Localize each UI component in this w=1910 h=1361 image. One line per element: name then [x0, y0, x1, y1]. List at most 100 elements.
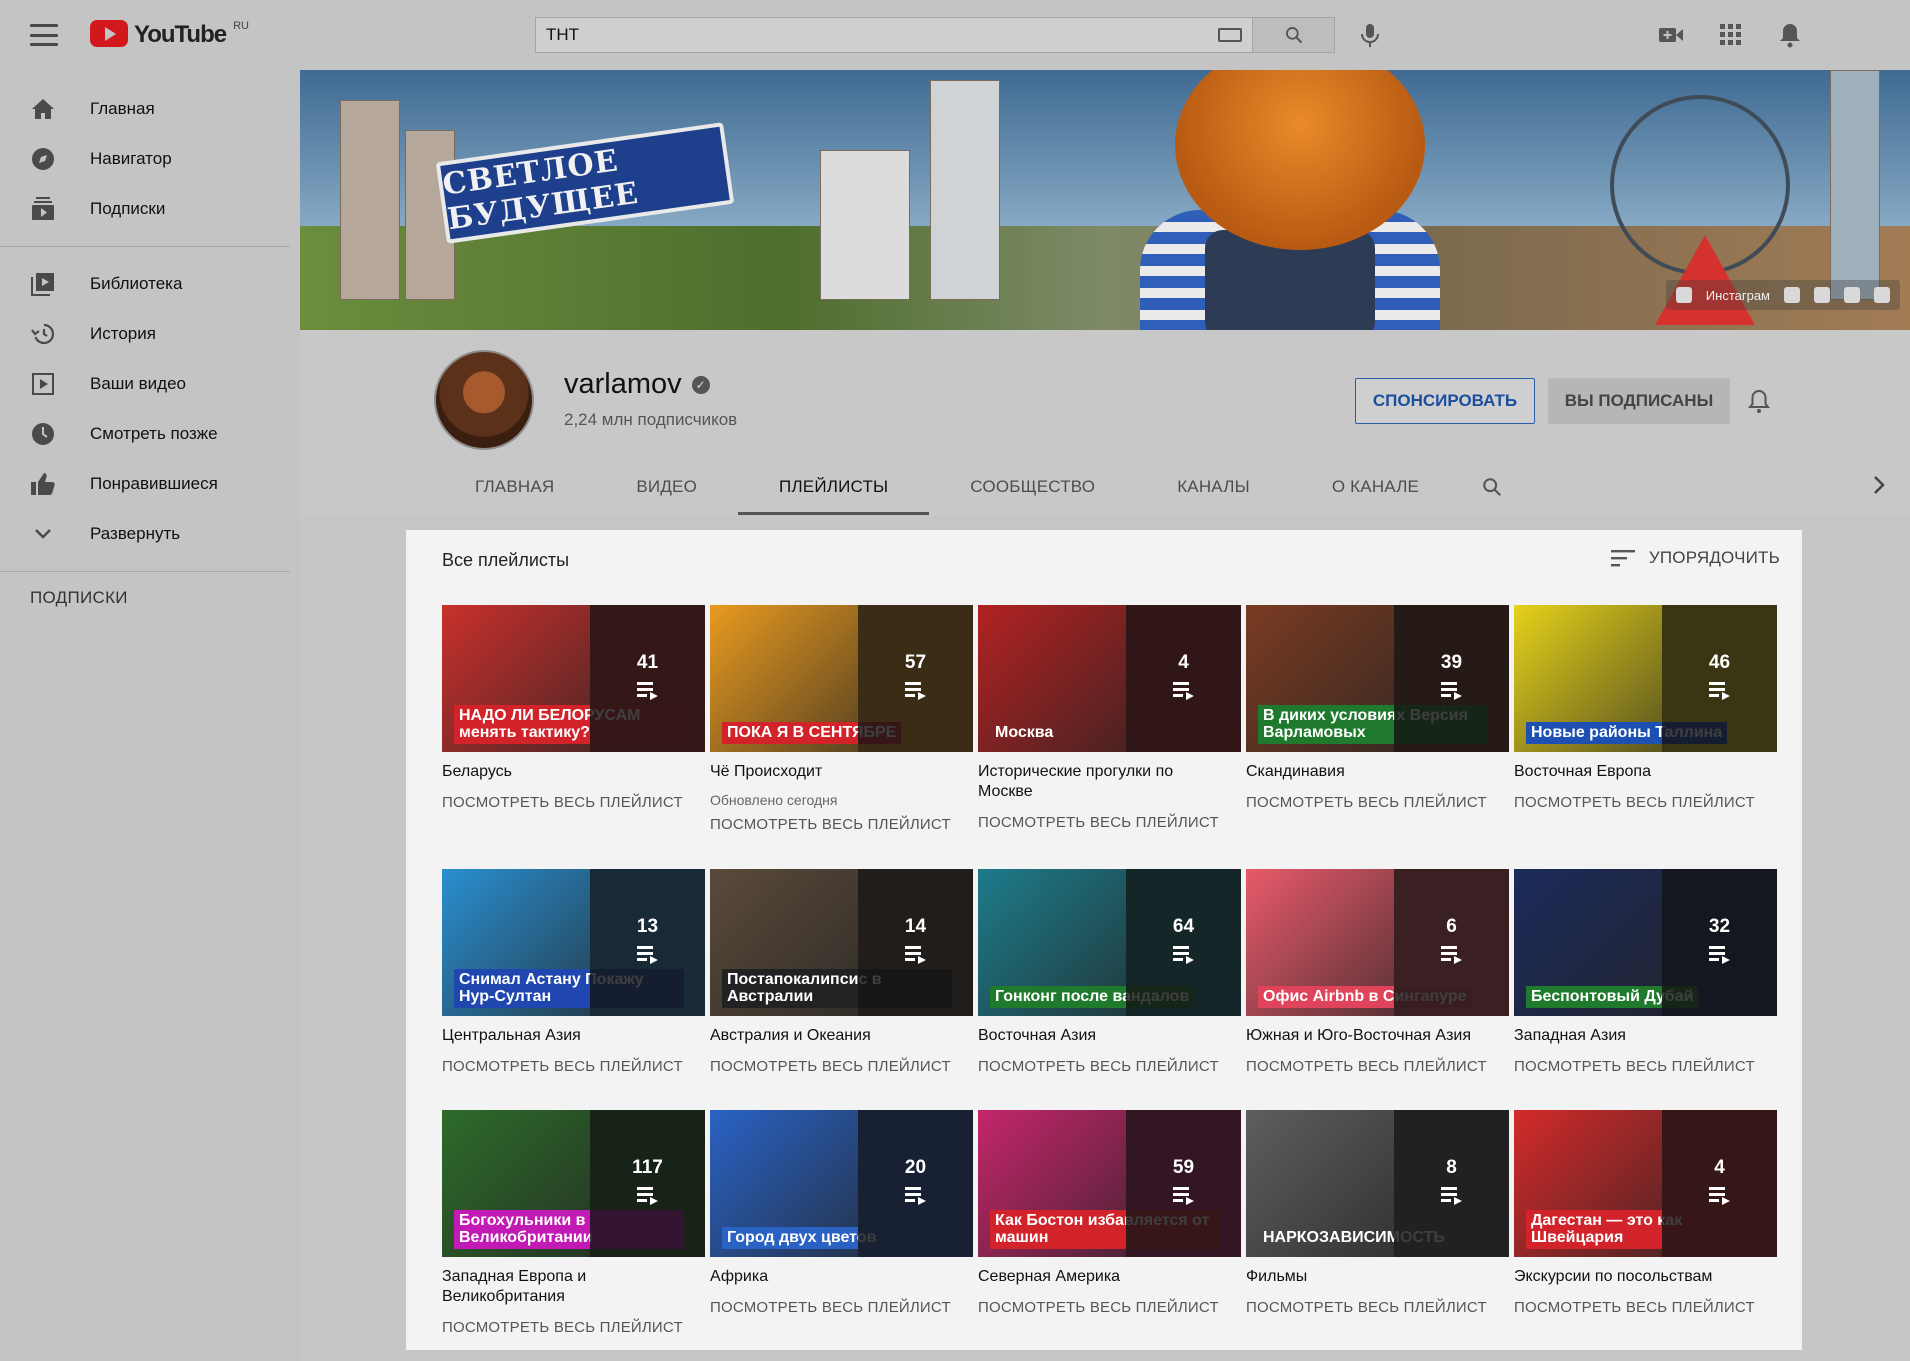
channel-bell-icon[interactable] — [1747, 388, 1774, 414]
playlist-card[interactable]: Богохульники в Великобритании 117 Западная… — [442, 1110, 705, 1336]
sidebar-item-home[interactable]: Главная — [0, 84, 300, 134]
playlist-title[interactable]: Западная Европа и Великобритания — [442, 1267, 682, 1307]
playlist-title[interactable]: Восточная Азия — [978, 1026, 1218, 1046]
microphone-icon[interactable] — [1355, 20, 1385, 50]
playlist-thumbnail[interactable]: Офис Airbnb в Сингапуре 6 — [1246, 869, 1509, 1016]
vk-icon[interactable] — [1874, 287, 1890, 303]
facebook-icon[interactable] — [1844, 287, 1860, 303]
menu-icon[interactable] — [30, 24, 58, 46]
playlist-title[interactable]: Скандинавия — [1246, 762, 1486, 782]
sidebar-item-explore[interactable]: Навигатор — [0, 134, 300, 184]
tab-playlists[interactable]: ПЛЕЙЛИСТЫ — [738, 458, 930, 515]
playlist-thumbnail[interactable]: Гонконг после вандалов 64 — [978, 869, 1241, 1016]
twitter-icon[interactable] — [1814, 287, 1830, 303]
notifications-bell-icon[interactable] — [1776, 21, 1804, 49]
view-full-playlist-link[interactable]: ПОСМОТРЕТЬ ВЕСЬ ПЛЕЙЛИСТ — [442, 1058, 705, 1075]
sidebar-item-expand[interactable]: Развернуть — [0, 509, 300, 559]
view-full-playlist-link[interactable]: ПОСМОТРЕТЬ ВЕСЬ ПЛЕЙЛИСТ — [978, 814, 1241, 831]
playlist-thumbnail[interactable]: Снимал Астану Покажу Нур-Султан 13 — [442, 869, 705, 1016]
view-full-playlist-link[interactable]: ПОСМОТРЕТЬ ВЕСЬ ПЛЕЙЛИСТ — [710, 1299, 973, 1316]
playlist-title[interactable]: Чё Происходит — [710, 762, 950, 782]
search-button[interactable] — [1253, 17, 1335, 53]
keyboard-icon[interactable] — [1218, 28, 1242, 42]
sidebar-item-subscriptions[interactable]: Подписки — [0, 184, 300, 234]
view-full-playlist-link[interactable]: ПОСМОТРЕТЬ ВЕСЬ ПЛЕЙЛИСТ — [710, 816, 973, 833]
sidebar-item-liked[interactable]: Понравившиеся — [0, 459, 300, 509]
playlist-card[interactable]: Беспонтовый Дубай 32 Западная Азия ПОСМОТРЕ… — [1514, 869, 1777, 1110]
playlist-card[interactable]: Гонконг после вандалов 64 Восточная Азия ПО… — [978, 869, 1241, 1110]
playlist-title[interactable]: Центральная Азия — [442, 1026, 682, 1046]
playlist-card[interactable]: Постапокалипсис в Австралии 14 Австралия и… — [710, 869, 973, 1110]
tab-home[interactable]: ГЛАВНАЯ — [434, 458, 595, 515]
playlist-thumbnail[interactable]: В диких условиях Версия Варламовых 39 — [1246, 605, 1509, 752]
playlist-card[interactable]: НАРКОЗАВИСИМОСТЬ 8 Фильмы ПОСМОТРЕТЬ ВЕСЬ П… — [1246, 1110, 1509, 1316]
channel-avatar[interactable] — [434, 350, 534, 450]
view-full-playlist-link[interactable]: ПОСМОТРЕТЬ ВЕСЬ ПЛЕЙЛИСТ — [1514, 794, 1777, 811]
playlist-title[interactable]: Северная Америка — [978, 1267, 1218, 1287]
tab-community[interactable]: СООБЩЕСТВО — [929, 458, 1136, 515]
view-full-playlist-link[interactable]: ПОСМОТРЕТЬ ВЕСЬ ПЛЕЙЛИСТ — [442, 794, 705, 811]
playlist-thumbnail[interactable]: НАРКОЗАВИСИМОСТЬ 8 — [1246, 1110, 1509, 1257]
playlist-title[interactable]: Австралия и Океания — [710, 1026, 950, 1046]
playlist-thumbnail[interactable]: Беспонтовый Дубай 32 — [1514, 869, 1777, 1016]
playlist-card[interactable]: Москва 4 Исторические прогулки по Москве ПО… — [978, 605, 1241, 869]
view-full-playlist-link[interactable]: ПОСМОТРЕТЬ ВЕСЬ ПЛЕЙЛИСТ — [978, 1058, 1241, 1075]
playlist-thumbnail[interactable]: НАДО ЛИ БЕЛОРУСАМ менять тактику? 41 — [442, 605, 705, 752]
playlist-card[interactable]: Офис Airbnb в Сингапуре 6 Южная и Юго-Вост… — [1246, 869, 1509, 1110]
sort-button[interactable]: УПОРЯДОЧИТЬ — [1610, 548, 1780, 568]
playlist-card[interactable]: В диких условиях Версия Варламовых 39 Скан… — [1246, 605, 1509, 869]
search-input[interactable]: ТНТ — [535, 17, 1253, 53]
playlist-card[interactable]: Новые районы Таллина 46 Восточная Европа ПО… — [1514, 605, 1777, 869]
tab-videos[interactable]: ВИДЕО — [595, 458, 738, 515]
telegram-icon[interactable] — [1784, 287, 1800, 303]
view-full-playlist-link[interactable]: ПОСМОТРЕТЬ ВЕСЬ ПЛЕЙЛИСТ — [710, 1058, 973, 1075]
playlist-title[interactable]: Восточная Европа — [1514, 762, 1754, 782]
playlist-title[interactable]: Африка — [710, 1267, 950, 1287]
playlist-thumbnail[interactable]: Богохульники в Великобритании 117 — [442, 1110, 705, 1257]
playlist-thumbnail[interactable]: ПОКА Я В СЕНТЯБРЕ 57 — [710, 605, 973, 752]
sidebar-divider — [0, 246, 290, 247]
tabs-next-chevron-icon[interactable] — [1872, 475, 1892, 495]
playlist-title[interactable]: Западная Азия — [1514, 1026, 1754, 1046]
playlist-thumbnail[interactable]: Дагестан — это как Швейцария 4 — [1514, 1110, 1777, 1257]
view-full-playlist-link[interactable]: ПОСМОТРЕТЬ ВЕСЬ ПЛЕЙЛИСТ — [1514, 1058, 1777, 1075]
playlist-thumbnail[interactable]: Как Бостон избавляется от машин 59 — [978, 1110, 1241, 1257]
playlist-title[interactable]: Исторические прогулки по Москве — [978, 762, 1218, 802]
playlist-title[interactable]: Беларусь — [442, 762, 682, 782]
playlist-card[interactable]: Дагестан — это как Швейцария 4 Экскурсии п… — [1514, 1110, 1777, 1316]
playlist-video-count: 14 — [904, 915, 927, 937]
playlist-thumbnail[interactable]: Постапокалипсис в Австралии 14 — [710, 869, 973, 1016]
apps-grid-icon[interactable] — [1717, 21, 1745, 49]
playlist-title[interactable]: Южная и Юго-Восточная Азия — [1246, 1026, 1486, 1046]
playlist-thumbnail[interactable]: Новые районы Таллина 46 — [1514, 605, 1777, 752]
view-full-playlist-link[interactable]: ПОСМОТРЕТЬ ВЕСЬ ПЛЕЙЛИСТ — [1246, 1058, 1509, 1075]
playlist-title[interactable]: Фильмы — [1246, 1267, 1486, 1287]
playlist-thumbnail[interactable]: Город двух цветов 20 — [710, 1110, 973, 1257]
playlist-card[interactable]: Как Бостон избавляется от машин 59 Северна… — [978, 1110, 1241, 1316]
playlist-thumbnail[interactable]: Москва 4 — [978, 605, 1241, 752]
playlist-card[interactable]: ПОКА Я В СЕНТЯБРЕ 57 Чё Происходит Обновлен… — [710, 605, 973, 869]
subscribed-button[interactable]: ВЫ ПОДПИСАНЫ — [1548, 378, 1730, 424]
sidebar-item-library[interactable]: Библиотека — [0, 259, 300, 309]
view-full-playlist-link[interactable]: ПОСМОТРЕТЬ ВЕСЬ ПЛЕЙЛИСТ — [442, 1319, 705, 1336]
youtube-logo[interactable]: YouTube RU — [90, 20, 249, 49]
tab-channels[interactable]: КАНАЛЫ — [1136, 458, 1291, 515]
playlist-card[interactable]: Снимал Астану Покажу Нур-Султан 13 Централ… — [442, 869, 705, 1110]
playlist-title[interactable]: Экскурсии по посольствам — [1514, 1267, 1754, 1287]
view-full-playlist-link[interactable]: ПОСМОТРЕТЬ ВЕСЬ ПЛЕЙЛИСТ — [978, 1299, 1241, 1316]
view-full-playlist-link[interactable]: ПОСМОТРЕТЬ ВЕСЬ ПЛЕЙЛИСТ — [1246, 794, 1509, 811]
instagram-icon[interactable] — [1675, 287, 1692, 303]
sidebar-item-your-videos[interactable]: Ваши видео — [0, 359, 300, 409]
playlist-card[interactable]: Город двух цветов 20 Африка ПОСМОТРЕТЬ ВЕСЬ… — [710, 1110, 973, 1316]
create-video-icon[interactable] — [1657, 21, 1685, 49]
view-full-playlist-link[interactable]: ПОСМОТРЕТЬ ВЕСЬ ПЛЕЙЛИСТ — [1514, 1299, 1777, 1316]
channel-search-icon[interactable] — [1460, 458, 1524, 515]
playlist-card[interactable]: НАДО ЛИ БЕЛОРУСАМ менять тактику? 41 Белар… — [442, 605, 705, 869]
sidebar-item-label: Навигатор — [90, 149, 172, 168]
sponsor-button[interactable]: СПОНСИРОВАТЬ — [1355, 378, 1535, 424]
tab-about[interactable]: О КАНАЛЕ — [1291, 458, 1460, 515]
sidebar-item-watch-later[interactable]: Смотреть позже — [0, 409, 300, 459]
view-full-playlist-link[interactable]: ПОСМОТРЕТЬ ВЕСЬ ПЛЕЙЛИСТ — [1246, 1299, 1509, 1316]
sidebar-item-history[interactable]: История — [0, 309, 300, 359]
instagram-link[interactable]: Инстаграм — [1706, 288, 1770, 303]
